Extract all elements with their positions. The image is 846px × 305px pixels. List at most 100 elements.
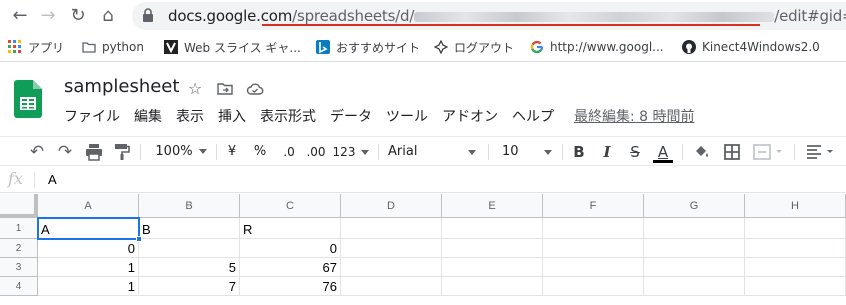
row-header-1[interactable]: 1	[0, 218, 38, 239]
strikethrough-button[interactable]: S	[626, 141, 644, 163]
cell-c1[interactable]: R	[240, 218, 341, 239]
column-header-c[interactable]: C	[240, 194, 341, 218]
github-icon	[682, 40, 696, 54]
bookmark-python[interactable]: python	[82, 39, 144, 55]
percent-format-button[interactable]: %	[252, 141, 268, 163]
star-icon[interactable]: ☆	[186, 80, 204, 98]
bookmark-apps[interactable]: アプリ	[8, 39, 64, 55]
cell-a4[interactable]: 1	[38, 277, 139, 296]
borders-icon[interactable]	[722, 142, 742, 162]
print-icon[interactable]	[84, 142, 104, 162]
cell-c4[interactable]: 76	[240, 277, 341, 296]
cell-f1[interactable]	[543, 218, 644, 239]
menu-data[interactable]: データ	[328, 104, 378, 126]
cell-d1[interactable]	[341, 218, 442, 239]
row-header-3[interactable]: 3	[0, 258, 38, 277]
apps-grid-icon	[8, 40, 21, 53]
fill-color-icon[interactable]	[692, 142, 712, 162]
sheets-logo-icon[interactable]	[14, 80, 42, 118]
cell-b3[interactable]: 5	[139, 258, 240, 277]
menu-file[interactable]: ファイル	[62, 104, 126, 126]
bookmark-logout[interactable]: ログアウト	[434, 39, 514, 55]
cell-h4[interactable]	[745, 277, 846, 296]
cell-a3[interactable]: 1	[38, 258, 139, 277]
row-header-2[interactable]: 2	[0, 239, 38, 258]
cell-c3[interactable]: 67	[240, 258, 341, 277]
undo-icon[interactable]: ↶	[26, 141, 48, 163]
back-icon[interactable]: ←	[8, 4, 32, 28]
cell-f3[interactable]	[543, 258, 644, 277]
doc-title[interactable]: samplesheet	[64, 76, 179, 97]
zoom-select[interactable]: 100%	[154, 141, 208, 163]
font-size-select[interactable]: 10	[502, 141, 554, 163]
cell-b2[interactable]	[139, 239, 240, 258]
formula-input[interactable]: A	[48, 172, 57, 187]
menu-tools[interactable]: ツール	[384, 104, 434, 126]
cell-f2[interactable]	[543, 239, 644, 258]
font-family-select[interactable]: Arial	[388, 141, 478, 163]
row-header-4[interactable]: 4	[0, 277, 38, 296]
menu-help[interactable]: ヘルプ	[510, 104, 560, 126]
column-header-f[interactable]: F	[543, 194, 644, 218]
cell-d4[interactable]	[341, 277, 442, 296]
cell-e4[interactable]	[442, 277, 543, 296]
column-header-a[interactable]: A	[38, 194, 139, 218]
cell-e1[interactable]	[442, 218, 543, 239]
column-header-d[interactable]: D	[341, 194, 442, 218]
column-header-h[interactable]: H	[745, 194, 846, 218]
bookmark-google-link[interactable]: http://www.googl...	[530, 39, 664, 55]
bookmark-kinect[interactable]: Kinect4Windows2.0	[682, 39, 820, 55]
cell-d2[interactable]	[341, 239, 442, 258]
merge-cells-icon[interactable]	[752, 142, 786, 162]
home-icon[interactable]: ⌂	[96, 4, 120, 28]
cell-a2[interactable]: 0	[38, 239, 139, 258]
menu-insert[interactable]: 挿入	[216, 104, 252, 126]
cloud-saved-icon[interactable]	[246, 80, 264, 98]
more-formats-select[interactable]: 123	[332, 141, 370, 163]
font-chevron-down-icon	[468, 150, 476, 155]
cell-e3[interactable]	[442, 258, 543, 277]
spreadsheet-grid: A B C D E F G H 1 A B R 2 0 0 3 1 5 67 4 1 7 76	[0, 194, 846, 305]
forward-icon[interactable]: →	[36, 4, 60, 28]
text-color-button[interactable]: A	[652, 141, 674, 163]
redo-icon[interactable]: ↷	[54, 141, 76, 163]
cell-g2[interactable]	[644, 239, 745, 258]
paint-format-icon[interactable]	[112, 142, 132, 162]
increase-decimal-button[interactable]: .00	[304, 141, 328, 163]
currency-format-button[interactable]: ¥	[224, 141, 240, 163]
reload-icon[interactable]: ↻	[66, 4, 90, 28]
bold-button[interactable]: B	[570, 141, 588, 163]
menu-view[interactable]: 表示	[174, 104, 210, 126]
blurred-doc-id	[414, 11, 775, 22]
cell-h2[interactable]	[745, 239, 846, 258]
menu-edit[interactable]: 編集	[132, 104, 168, 126]
bookmark-recommended[interactable]: おすすめサイト	[316, 39, 420, 55]
menu-addons[interactable]: アドオン	[440, 104, 504, 126]
cell-h3[interactable]	[745, 258, 846, 277]
bookmark-web-slice[interactable]: Web スライス ギャ...	[164, 39, 301, 55]
decrease-decimal-button[interactable]: .0	[278, 141, 300, 163]
cell-g3[interactable]	[644, 258, 745, 277]
cell-h1[interactable]	[745, 218, 846, 239]
select-all-corner[interactable]	[0, 194, 38, 218]
cell-e2[interactable]	[442, 239, 543, 258]
cell-g1[interactable]	[644, 218, 745, 239]
cell-c2[interactable]: 0	[240, 239, 341, 258]
cell-b1[interactable]: B	[139, 218, 240, 239]
cell-d3[interactable]	[341, 258, 442, 277]
column-header-g[interactable]: G	[644, 194, 745, 218]
cell-a1[interactable]: A	[38, 218, 139, 239]
column-header-e[interactable]: E	[442, 194, 543, 218]
cell-g4[interactable]	[644, 277, 745, 296]
fill-handle[interactable]	[136, 236, 142, 242]
cell-b4[interactable]: 7	[139, 277, 240, 296]
last-edit-link[interactable]: 最終編集: 8 時間前	[572, 104, 701, 126]
cell-f4[interactable]	[543, 277, 644, 296]
column-header-b[interactable]: B	[139, 194, 240, 218]
italic-button[interactable]: I	[598, 141, 616, 163]
move-to-folder-icon[interactable]	[216, 80, 234, 98]
horizontal-align-icon[interactable]	[804, 142, 840, 162]
toolbar-separator	[378, 144, 379, 160]
menu-format[interactable]: 表示形式	[258, 104, 322, 126]
url-text: docs.google.com/spreadsheets/d//edit#gid…	[168, 7, 846, 25]
